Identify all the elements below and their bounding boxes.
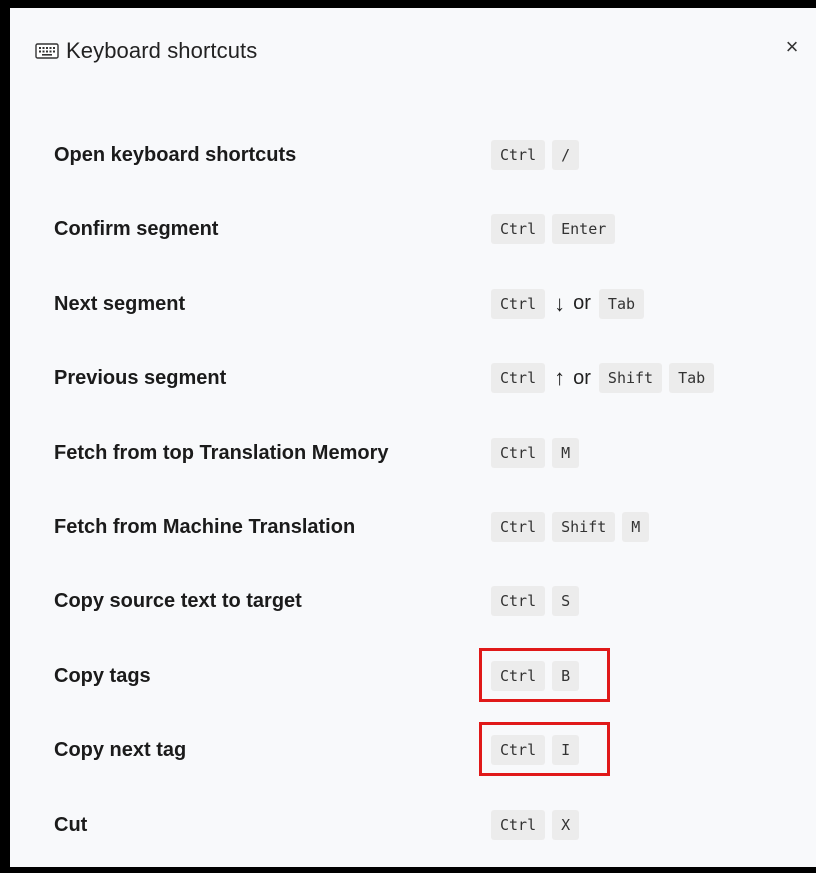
dialog-header: Keyboard shortcuts	[34, 38, 257, 64]
shortcut-list: Open keyboard shortcuts Ctrl / Confirm segm…	[54, 124, 804, 867]
shortcut-keys: Ctrl I	[491, 735, 586, 766]
key-cap: Enter	[552, 214, 616, 245]
dialog-title: Keyboard shortcuts	[66, 38, 258, 63]
key-cap: Ctrl	[491, 511, 546, 542]
shortcut-label: Confirm segment	[54, 218, 219, 241]
shortcut-row: Next segment Ctrl ↓ or Tab	[54, 273, 804, 347]
key-cap: Ctrl	[491, 809, 546, 840]
key-cap: Ctrl	[491, 214, 546, 245]
key-cap: M	[552, 437, 580, 468]
shortcut-row: Confirm segment Ctrl Enter	[54, 198, 804, 272]
or-separator: or	[573, 292, 591, 315]
shortcut-keys: Ctrl X	[491, 809, 586, 840]
shortcut-row: Open keyboard shortcuts Ctrl /	[54, 124, 804, 198]
shortcut-label: Copy source text to target	[54, 590, 302, 613]
shortcut-keys: Ctrl /	[491, 140, 586, 170]
shortcut-row: Copy tags Ctrl B	[54, 645, 804, 719]
shortcut-keys: Ctrl ↓ or Tab	[491, 288, 651, 319]
key-cap: X	[552, 809, 580, 840]
key-cap: B	[552, 660, 580, 691]
shortcut-keys: Ctrl B	[491, 660, 586, 691]
shortcut-keys: Ctrl S	[491, 586, 586, 617]
or-separator: or	[573, 366, 591, 389]
key-cap: /	[552, 140, 580, 170]
key-cap: Tab	[669, 363, 715, 394]
arrow-down-icon: ↓	[554, 290, 566, 316]
shortcut-keys: Ctrl Enter	[491, 214, 622, 245]
shortcut-label: Open keyboard shortcuts	[54, 144, 297, 166]
arrow-up-icon: ↑	[554, 365, 566, 391]
keyboard-shortcuts-dialog: Keyboard shortcuts × Open keyboard short…	[10, 8, 816, 867]
keyboard-icon	[34, 40, 60, 62]
shortcut-keys: Ctrl M	[491, 437, 586, 468]
close-icon[interactable]: ×	[780, 35, 804, 59]
shortcut-label: Cut	[54, 813, 88, 836]
shortcut-row: Copy source text to target Ctrl S	[54, 570, 804, 644]
shortcut-keys: Ctrl ↑ or Shift Tab	[491, 363, 721, 394]
shortcut-label: Previous segment	[54, 367, 227, 390]
shortcut-row: Fetch from top Translation Memory Ctrl M	[54, 422, 804, 496]
key-cap: S	[552, 586, 580, 617]
shortcut-row: Previous segment Ctrl ↑ or Shift Tab	[54, 347, 804, 421]
key-cap: Ctrl	[491, 437, 546, 468]
key-cap: Ctrl	[491, 288, 546, 319]
shortcut-row: Fetch from Machine Translation Ctrl Shift M	[54, 496, 804, 570]
shortcut-label: Copy next tag	[54, 739, 187, 762]
shortcut-label: Copy tags	[54, 664, 151, 687]
shortcut-label: Next segment	[54, 292, 186, 315]
key-cap: Tab	[598, 288, 645, 319]
shortcut-keys: Ctrl Shift M	[491, 511, 656, 542]
shortcut-label: Fetch from Machine Translation	[54, 515, 356, 538]
key-cap: Ctrl	[491, 140, 546, 170]
shortcut-row: Cut Ctrl X	[54, 794, 804, 867]
shortcut-row: Copy next tag Ctrl I	[54, 719, 804, 793]
key-cap: Ctrl	[491, 660, 546, 691]
key-cap: Ctrl	[491, 586, 546, 617]
key-cap: Shift	[598, 363, 663, 394]
key-cap: M	[622, 511, 650, 542]
key-cap: Ctrl	[491, 735, 546, 766]
shortcut-label: Fetch from top Translation Memory	[54, 441, 389, 464]
key-cap: I	[552, 735, 580, 766]
key-cap: Ctrl	[491, 363, 546, 394]
key-cap: Shift	[552, 511, 616, 542]
